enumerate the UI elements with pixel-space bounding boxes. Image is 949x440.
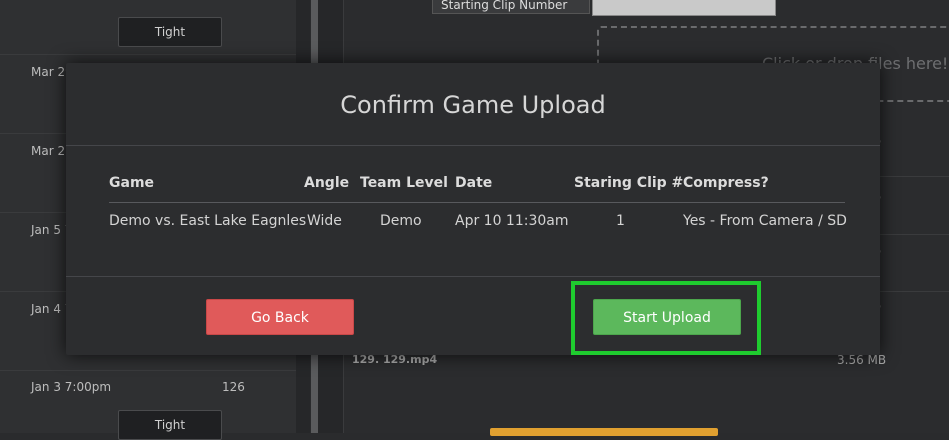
go-back-button[interactable]: Go Back — [206, 299, 354, 335]
tight-button[interactable]: Tight — [118, 17, 222, 47]
upload-button-partial[interactable] — [490, 428, 718, 436]
cell-starting-clip: 1 — [616, 213, 625, 229]
table-header-divider — [109, 202, 845, 203]
header-starting-clip: Staring Clip # — [574, 175, 684, 191]
game-row[interactable]: Mar 29 — [0, 54, 296, 79]
confirm-upload-modal: Confirm Game Upload Game Angle Team Leve… — [66, 63, 880, 355]
cell-team-level: Demo — [380, 213, 422, 229]
file-size: 3.56 MB — [837, 353, 887, 367]
modal-footer-divider — [66, 276, 880, 277]
cell-compress: Yes - From Camera / SD — [683, 213, 847, 229]
game-row[interactable]: Jan 3 7:00pm 126 — [0, 370, 296, 394]
modal-title: Confirm Game Upload — [340, 91, 606, 119]
game-clip-count: 126 — [222, 380, 245, 394]
tight-button[interactable]: Tight — [118, 410, 222, 440]
header-date: Date — [455, 175, 493, 191]
header-angle: Angle — [304, 175, 350, 191]
header-game: Game — [109, 175, 155, 191]
game-date: Jan 3 7:00pm — [31, 380, 112, 394]
cell-game: Demo vs. East Lake Eagnles — [109, 213, 307, 229]
starting-clip-label: Starting Clip Number — [432, 0, 590, 14]
starting-clip-input[interactable] — [592, 0, 776, 16]
start-upload-button[interactable]: Start Upload — [593, 299, 741, 335]
header-team-level: Team Level — [360, 175, 448, 191]
cell-date: Apr 10 11:30am — [455, 213, 569, 229]
modal-header-divider — [66, 145, 880, 146]
cell-angle: Wide — [307, 213, 342, 229]
header-compress: Compress? — [683, 175, 769, 191]
